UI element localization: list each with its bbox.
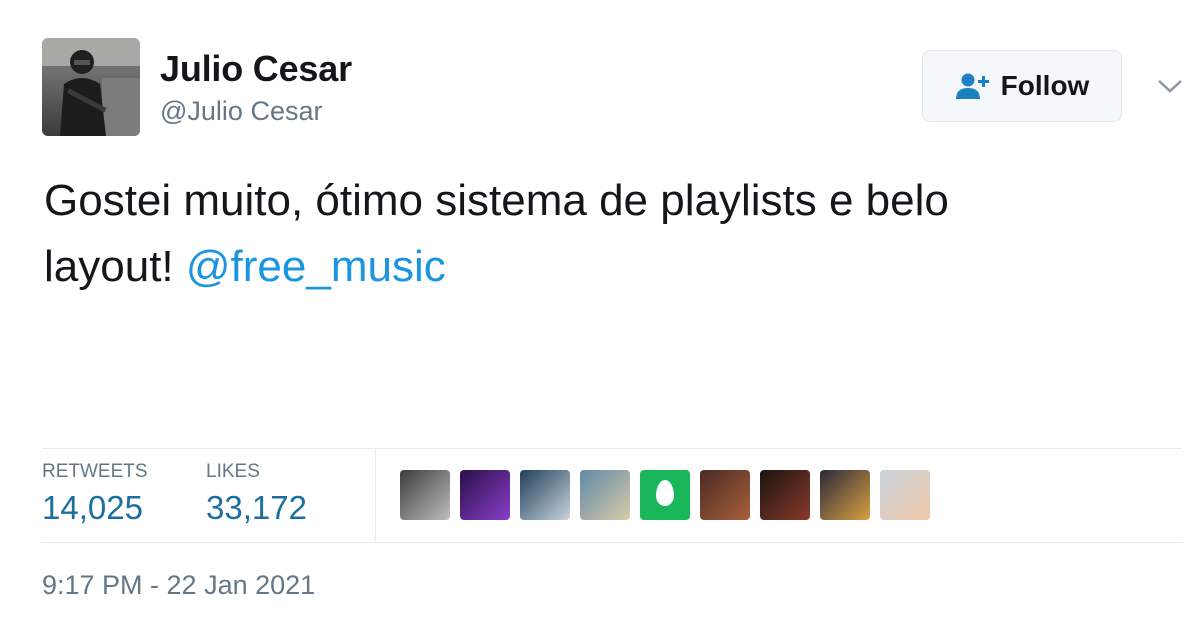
tweet-text: Gostei muito, ótimo sistema de playlists…	[44, 168, 1154, 300]
retweets-label: RETWEETS	[42, 461, 148, 482]
follow-button[interactable]: Follow	[922, 50, 1122, 122]
author-handle[interactable]: @Julio Cesar	[160, 96, 322, 127]
liker-avatar-1[interactable]	[400, 470, 450, 520]
likes-stat[interactable]: LIKES 33,172	[206, 461, 307, 527]
liker-avatar-6[interactable]	[700, 470, 750, 520]
liker-avatar-4[interactable]	[580, 470, 630, 520]
mention-link[interactable]: @free_music	[186, 242, 446, 291]
chevron-down-icon[interactable]	[1156, 76, 1184, 96]
liker-avatar-5[interactable]	[640, 470, 690, 520]
liker-avatar-8[interactable]	[820, 470, 870, 520]
tweet-timestamp[interactable]: 9:17 PM - 22 Jan 2021	[42, 570, 315, 601]
likes-count: 33,172	[206, 489, 307, 526]
liker-avatars	[400, 470, 930, 520]
tweet-text-line2: layout! @free_music	[44, 234, 1154, 300]
liker-avatar-9[interactable]	[880, 470, 930, 520]
liker-avatar-7[interactable]	[760, 470, 810, 520]
author-avatar[interactable]	[42, 38, 140, 136]
tweet-text-line1: Gostei muito, ótimo sistema de playlists…	[44, 176, 949, 225]
stats-top-divider	[42, 448, 1182, 449]
liker-avatar-2[interactable]	[460, 470, 510, 520]
likes-label: LIKES	[206, 461, 260, 482]
retweets-count: 14,025	[42, 489, 143, 526]
retweets-stat[interactable]: RETWEETS 14,025	[42, 461, 148, 527]
stats-vertical-divider	[375, 449, 376, 542]
avatar-icon	[42, 38, 140, 136]
egg-icon	[656, 480, 674, 506]
add-user-icon	[955, 72, 991, 100]
tweet-text-line2-text: layout!	[44, 242, 186, 291]
author-display-name[interactable]: Julio Cesar	[160, 48, 352, 90]
follow-label: Follow	[1000, 70, 1090, 101]
liker-avatar-3[interactable]	[520, 470, 570, 520]
stats-bottom-divider	[42, 542, 1182, 543]
